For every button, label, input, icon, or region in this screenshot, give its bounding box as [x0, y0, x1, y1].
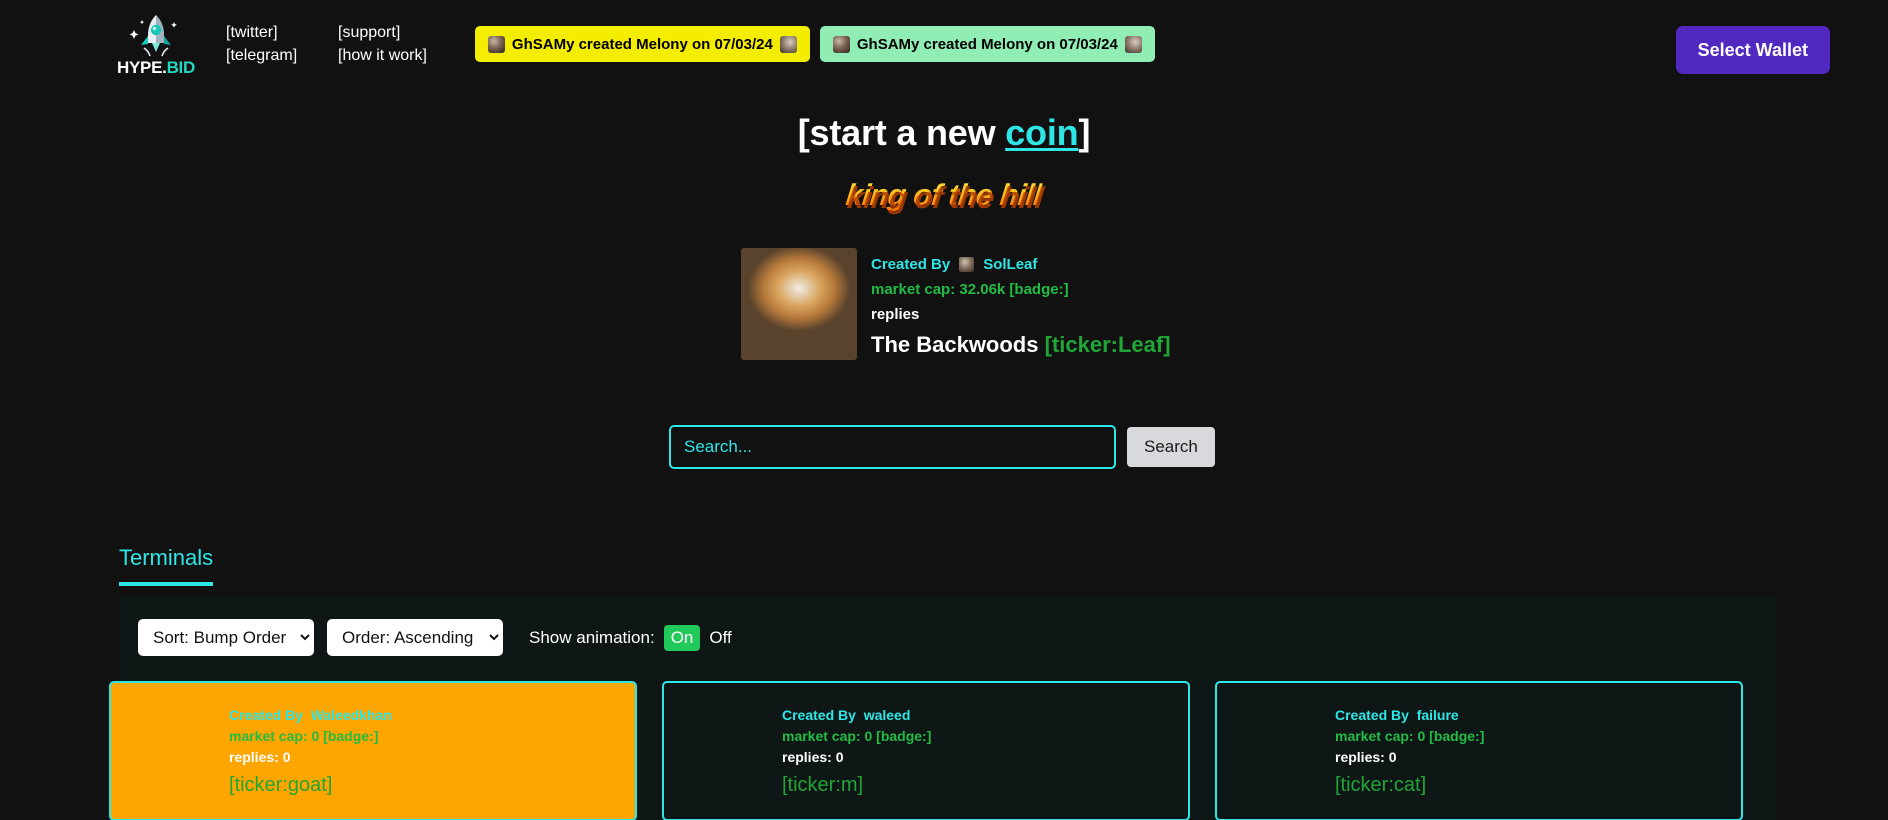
coin-card-market-cap: market cap: 0 [badge:] — [782, 728, 932, 744]
app-root: HYPE.BID [twitter] [telegram] [support] … — [0, 0, 1888, 820]
tab-terminals[interactable]: Terminals — [119, 545, 214, 586]
featured-replies: replies — [871, 306, 920, 323]
coin-card-creator[interactable]: waleed — [864, 707, 911, 723]
logo-word-bid: BID — [166, 58, 196, 77]
coin-card-ticker: [ticker:goat] — [229, 774, 333, 796]
hero-title-suffix: ] — [1078, 112, 1091, 153]
featured-coin-title: The Backwoods — [871, 332, 1039, 357]
avatar-icon — [1124, 35, 1142, 53]
start-new-coin-link[interactable]: coin — [1005, 112, 1078, 153]
coin-card[interactable]: Created By waleed market cap: 0 [badge:]… — [662, 681, 1190, 820]
featured-coin-ticker: [ticker:Leaf] — [1044, 332, 1171, 357]
coin-card-ticker: [ticker:cat] — [1335, 774, 1427, 796]
coin-card-created-by: Created By Waleedkhan — [229, 705, 635, 726]
select-wallet-button[interactable]: Select Wallet — [1675, 26, 1830, 74]
page-title: [start a new coin] — [0, 112, 1888, 154]
featured-market-cap: market cap: 32.06k [badge:] — [871, 281, 1069, 298]
avatar-icon — [959, 257, 975, 272]
search-button[interactable]: Search — [1127, 427, 1215, 467]
coin-card-replies: replies: 0 — [229, 749, 291, 765]
coin-card-ticker: [ticker:m] — [782, 774, 864, 796]
nav-link-twitter[interactable]: [twitter] — [226, 22, 306, 43]
nav-link-telegram[interactable]: [telegram] — [226, 45, 306, 66]
coin-card-replies: replies: 0 — [782, 749, 844, 765]
coin-card-created-by-label: Created By — [229, 707, 303, 723]
coin-card-market-cap: market cap: 0 [badge:] — [229, 728, 379, 744]
king-of-the-hill-banner: king of the hill — [0, 176, 1888, 216]
activity-banners: GhSAMy created Melony on 07/03/24 GhSAMy… — [474, 26, 1155, 62]
logo[interactable]: HYPE.BID — [110, 12, 202, 76]
animation-off-button[interactable]: Off — [709, 628, 731, 648]
featured-creator-name[interactable]: SolLeaf — [983, 252, 1037, 277]
king-of-the-hill-label: king of the hill — [844, 179, 1044, 212]
featured-coin-card[interactable]: Created By SolLeaf market cap: 32.06k [b… — [741, 248, 1171, 360]
featured-created-by-label: Created By — [871, 256, 951, 273]
activity-banner-1[interactable]: GhSAMy created Melony on 07/03/24 — [474, 26, 810, 62]
coin-card-created-by: Created By waleed — [782, 705, 1188, 726]
animation-on-button[interactable]: On — [663, 624, 701, 651]
order-select[interactable]: Order: Ascending — [327, 619, 503, 656]
coin-card-market-cap: market cap: 0 [badge:] — [1335, 728, 1485, 744]
coin-card-replies: replies: 0 — [1335, 749, 1397, 765]
tab-terminals-label: Terminals — [119, 545, 214, 570]
featured-coin-details: Created By SolLeaf market cap: 32.06k [b… — [871, 248, 1171, 358]
logo-wordmark: HYPE.BID — [117, 59, 195, 76]
animation-toggle: Show animation: On Off — [529, 624, 732, 651]
activity-banner-2-text: GhSAMy created Melony on 07/03/24 — [856, 35, 1118, 53]
avatar-icon — [832, 35, 850, 53]
hero-section: [start a new coin] king of the hill — [0, 112, 1888, 216]
coin-card-creator[interactable]: failure — [1417, 707, 1459, 723]
nav-link-support[interactable]: [support] — [338, 22, 427, 43]
coin-card[interactable]: Created By Waleedkhan market cap: 0 [bad… — [109, 681, 637, 820]
coin-card-grid: Created By Waleedkhan market cap: 0 [bad… — [109, 656, 1775, 820]
main-nav: [twitter] [telegram] [support] [how it w… — [226, 22, 427, 66]
featured-coin-name: The Backwoods [ticker:Leaf] — [871, 332, 1171, 358]
listing-controls: Sort: Bump Order Order: Ascending Show a… — [119, 597, 1775, 656]
coin-card-creator[interactable]: Waleedkhan — [311, 707, 392, 723]
featured-coin-image — [741, 248, 857, 360]
sort-select[interactable]: Sort: Bump Order — [138, 619, 314, 656]
coin-card-created-by-label: Created By — [782, 707, 856, 723]
coin-card-created-by-label: Created By — [1335, 707, 1409, 723]
rocket-icon — [129, 15, 177, 57]
tab-bar: Terminals — [119, 545, 214, 586]
activity-banner-2[interactable]: GhSAMy created Melony on 07/03/24 — [819, 26, 1155, 62]
search-bar: Search — [669, 425, 1215, 469]
coin-card-created-by: Created By failure — [1335, 705, 1741, 726]
site-header: HYPE.BID [twitter] [telegram] [support] … — [0, 0, 1888, 88]
search-input[interactable] — [669, 425, 1116, 469]
coin-card[interactable]: Created By failure market cap: 0 [badge:… — [1215, 681, 1743, 820]
nav-link-how-it-work[interactable]: [how it work] — [338, 45, 427, 66]
featured-created-by: Created By SolLeaf — [871, 252, 1171, 277]
terminals-panel: Sort: Bump Order Order: Ascending Show a… — [109, 597, 1775, 820]
activity-banner-1-text: GhSAMy created Melony on 07/03/24 — [511, 35, 773, 53]
hero-title-prefix: [start a new — [797, 112, 1006, 153]
logo-word-hype: HYPE. — [117, 58, 167, 77]
avatar-icon — [487, 35, 505, 53]
animation-label: Show animation: — [529, 627, 655, 647]
avatar-icon — [779, 35, 797, 53]
